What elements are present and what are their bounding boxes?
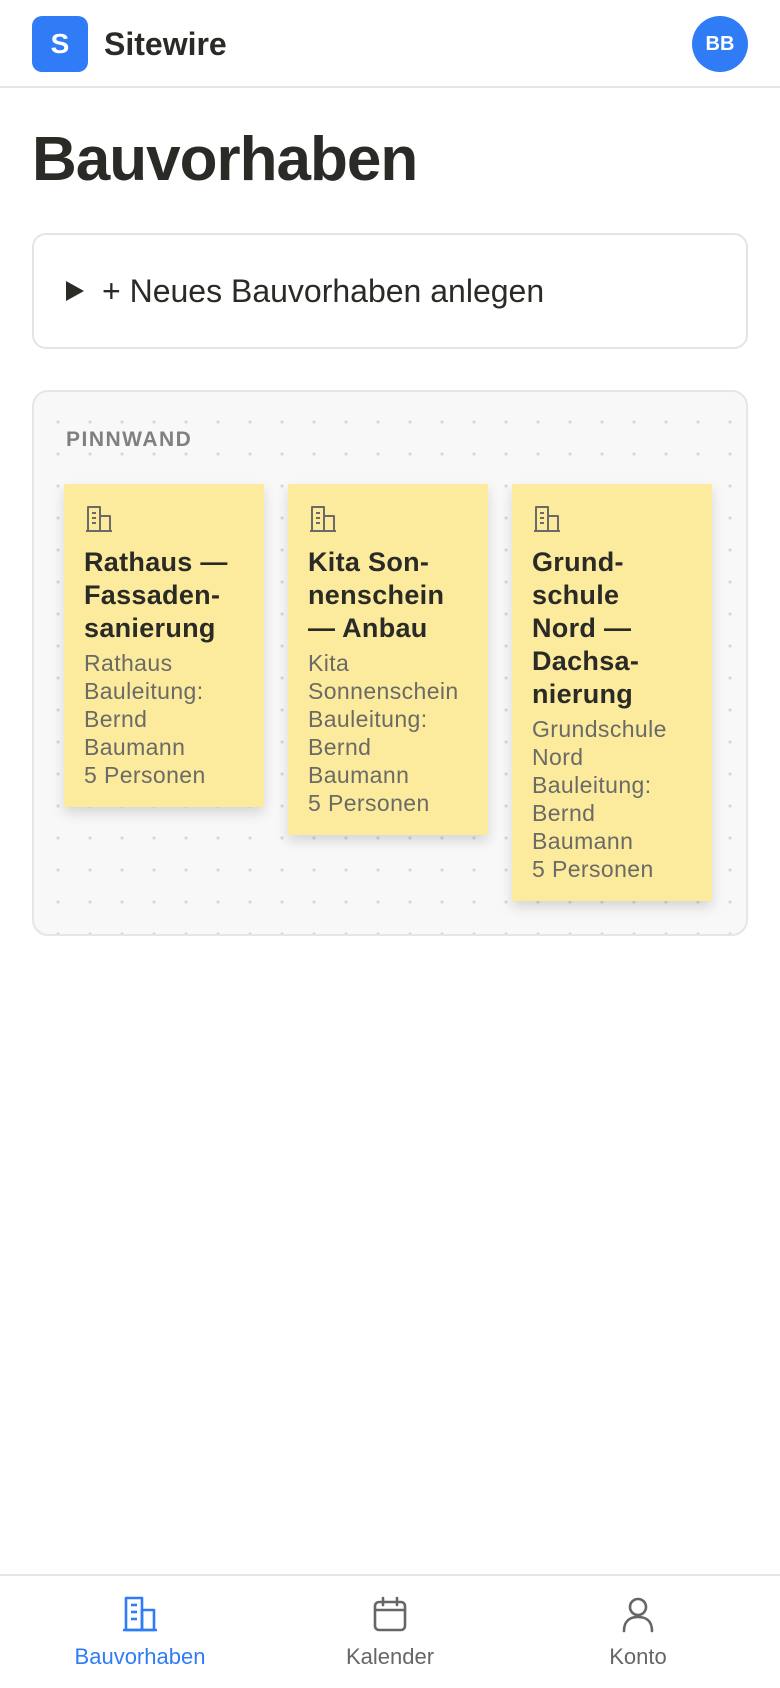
building-icon xyxy=(310,506,336,532)
note-title-line: nierung xyxy=(532,679,634,709)
pinboard-label: PINNWAND xyxy=(66,428,193,451)
user-avatar[interactable]: BB xyxy=(692,16,748,72)
note-meta-line: Grundschule xyxy=(532,716,667,742)
user-icon xyxy=(622,1597,654,1633)
note-meta: Rathaus Bauleitung: Bernd Baumann 5 Pers… xyxy=(84,649,244,789)
note-meta: Kita Sonnenschein Bauleitung: Bernd Baum… xyxy=(308,649,468,817)
note-meta-line: Bauleitung: xyxy=(532,772,652,798)
app: S Sitewire BB Bauvorhaben + Neues Bauvor… xyxy=(0,0,780,1688)
note-meta-line: Baumann xyxy=(532,828,634,854)
nav-label: Bauvorhaben xyxy=(74,1644,206,1669)
nav-label: Kalender xyxy=(345,1644,435,1669)
note-title: Grund- schule Nord — Dachsa- nierung xyxy=(532,546,692,711)
note-meta-line: Kita xyxy=(308,650,350,676)
calendar-icon xyxy=(373,1596,407,1632)
note-meta-line: Rathaus xyxy=(84,650,173,676)
nav-label: Konto xyxy=(609,1644,667,1669)
note-meta-line: Bernd xyxy=(532,800,596,826)
note-title-line: Kita Son- xyxy=(308,547,430,577)
note-title-line: nenschein xyxy=(308,580,445,610)
new-project-label: + Neues Bauvorhaben anlegen xyxy=(102,272,545,309)
new-project-toggle[interactable]: + Neues Bauvorhaben anlegen xyxy=(32,233,748,349)
note-title-line: sanierung xyxy=(84,613,216,643)
disclosure-triangle-icon xyxy=(66,281,84,301)
note-meta-line: Nord xyxy=(532,744,584,770)
note-meta-line: Bauleitung: xyxy=(84,678,204,704)
project-note[interactable]: Grund- schule Nord — Dachsa- nierung Gru… xyxy=(512,484,712,901)
note-title-line: — Anbau xyxy=(308,613,428,643)
note-meta-line: 5 Personen xyxy=(84,762,206,788)
pinboard: PINNWAND Rathaus — Fassaden- sanierung R… xyxy=(32,390,748,936)
building-icon xyxy=(534,506,560,532)
note-meta-line: 5 Personen xyxy=(308,790,430,816)
note-title-line: Rathaus — xyxy=(84,547,228,577)
note-title-line: schule xyxy=(532,580,620,610)
nav-item-kalender[interactable]: Kalender xyxy=(280,1576,500,1688)
note-meta: Grundschule Nord Bauleitung: Bernd Bauma… xyxy=(532,715,692,883)
note-meta-line: Bernd xyxy=(84,706,148,732)
bottom-navigation: Bauvorhaben Kalender Konto xyxy=(0,1574,780,1688)
note-meta-line: Sonnenschein xyxy=(308,678,459,704)
note-title-line: Grund- xyxy=(532,547,624,577)
note-title-line: Dachsa- xyxy=(532,646,640,676)
note-meta-line: Bauleitung: xyxy=(308,706,428,732)
note-meta-line: Bernd xyxy=(308,734,372,760)
app-name: Sitewire xyxy=(104,26,227,62)
note-meta-line: Baumann xyxy=(308,762,410,788)
nav-item-bauvorhaben[interactable]: Bauvorhaben xyxy=(30,1576,250,1688)
note-title-line: Nord — xyxy=(532,613,632,643)
project-note[interactable]: Rathaus — Fassaden- sanierung Rathaus Ba… xyxy=(64,484,264,807)
page-title: Bauvorhaben xyxy=(32,125,418,194)
nav-item-konto[interactable]: Konto xyxy=(528,1576,748,1688)
building-icon xyxy=(86,506,112,532)
app-header: S Sitewire BB xyxy=(0,0,780,88)
note-title-line: Fassaden- xyxy=(84,580,221,610)
note-meta-line: 5 Personen xyxy=(532,856,654,882)
app-logo[interactable]: S xyxy=(32,16,88,72)
note-title: Kita Son- nenschein — Anbau xyxy=(308,546,468,645)
project-note[interactable]: Kita Son- nenschein — Anbau Kita Sonnens… xyxy=(288,484,488,835)
building-icon xyxy=(123,1596,157,1632)
note-meta-line: Baumann xyxy=(84,734,186,760)
note-title: Rathaus — Fassaden- sanierung xyxy=(84,546,244,645)
